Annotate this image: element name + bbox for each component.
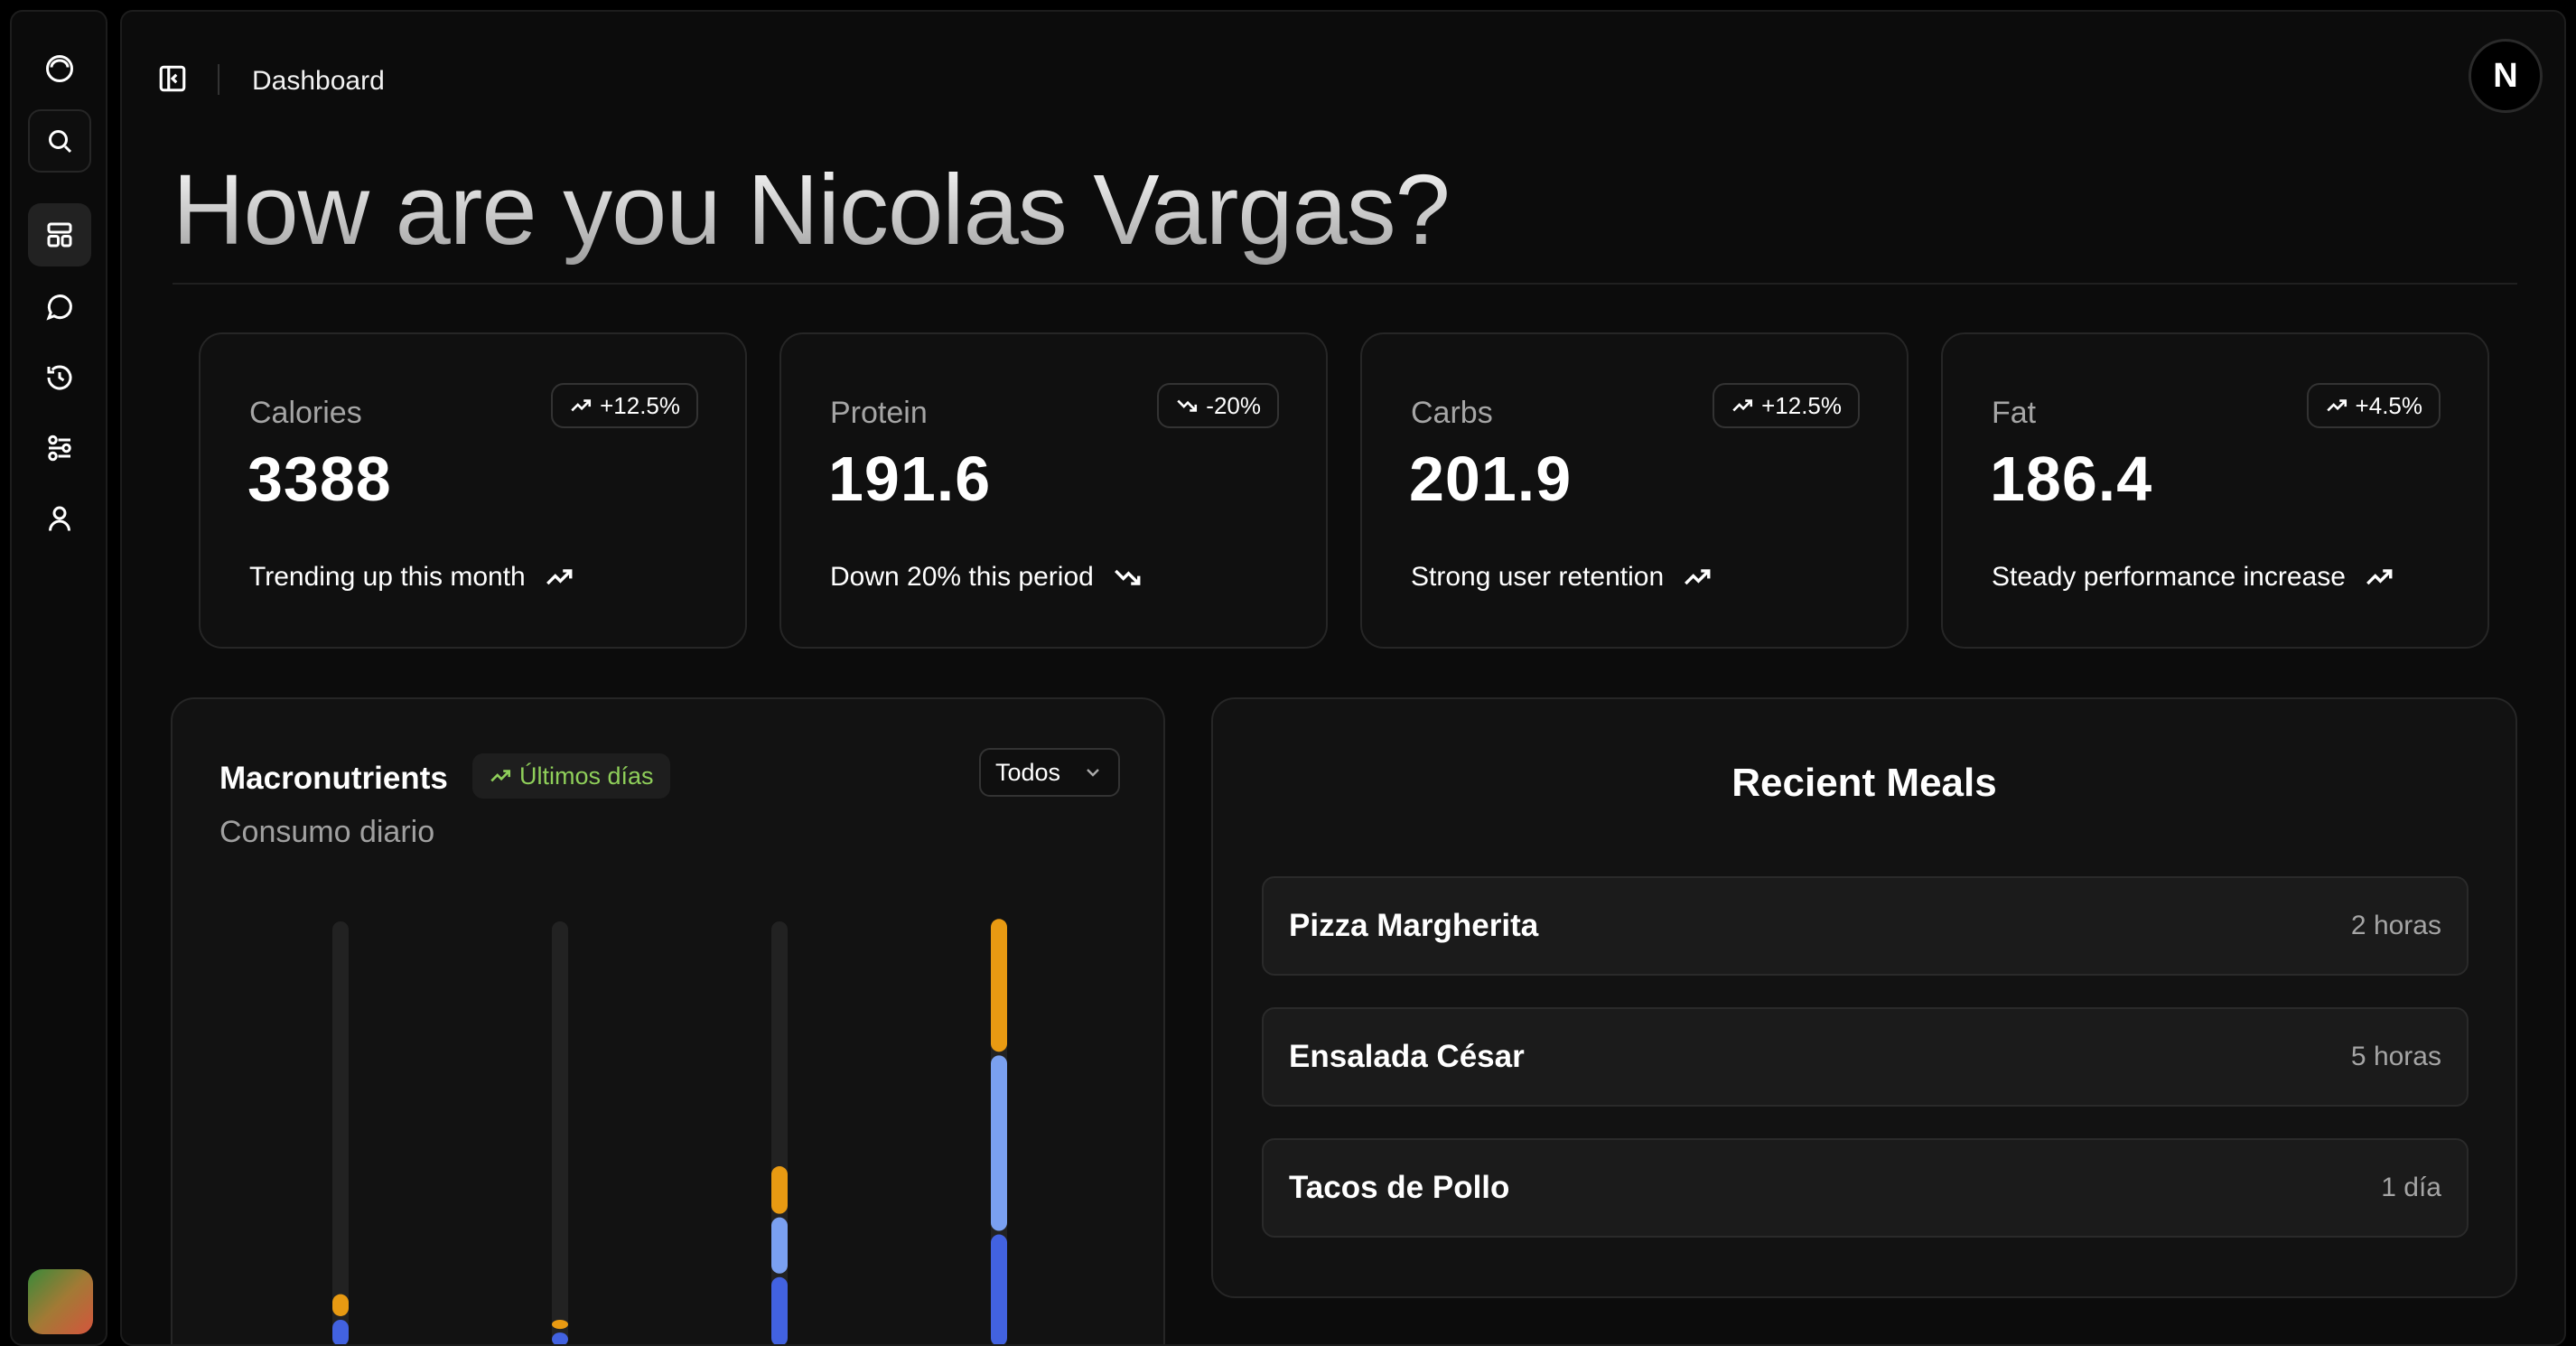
search-button[interactable] bbox=[28, 109, 91, 173]
trend-badge-value: +4.5% bbox=[2355, 391, 2422, 419]
meal-name: Tacos de Pollo bbox=[1289, 1170, 1510, 1205]
search-icon bbox=[49, 130, 72, 154]
bar-segment-orange[interactable] bbox=[332, 1294, 349, 1316]
bar-segment-orange[interactable] bbox=[771, 1166, 788, 1214]
macronutrients-chart bbox=[332, 919, 1007, 1346]
bar-segment-orange[interactable] bbox=[552, 1319, 568, 1330]
sidebar bbox=[10, 10, 107, 1346]
bar-segment-dark-blue[interactable] bbox=[332, 1319, 349, 1346]
bar-segment-dark-blue[interactable] bbox=[552, 1332, 568, 1346]
recent-meals-card: Recient Meals Pizza Margherita 2 horas E… bbox=[1211, 697, 2517, 1298]
stat-footer-text: Strong user retention bbox=[1411, 562, 1665, 592]
trending-up-icon bbox=[571, 399, 592, 412]
user-icon bbox=[49, 506, 70, 531]
stat-value: 186.4 bbox=[1990, 444, 2153, 514]
trend-badge: +12.5% bbox=[1713, 383, 1860, 428]
breadcrumb[interactable]: Dashboard bbox=[252, 66, 385, 97]
divider bbox=[218, 64, 219, 95]
dashboard-icon bbox=[47, 222, 72, 248]
chat-icon bbox=[46, 294, 72, 321]
trending-up-icon bbox=[2326, 399, 2347, 412]
bar-track bbox=[332, 921, 349, 1344]
stat-footer-text: Down 20% this period bbox=[830, 562, 1094, 592]
settings-icon bbox=[48, 435, 71, 462]
panel-left-icon bbox=[159, 65, 186, 92]
trend-badge: +4.5% bbox=[2306, 383, 2441, 428]
stat-value: 201.9 bbox=[1409, 444, 1573, 514]
meal-name: Ensalada César bbox=[1289, 1039, 1525, 1074]
stat-label: Fat bbox=[1992, 396, 2037, 430]
trending-up-icon bbox=[1685, 569, 1711, 585]
list-item[interactable]: Ensalada César 5 horas bbox=[1262, 1007, 2469, 1107]
list-item[interactable]: Pizza Margherita 2 horas bbox=[1262, 876, 2469, 976]
stat-footer-text: Steady performance increase bbox=[1992, 562, 2346, 592]
bar-segment-light-blue[interactable] bbox=[771, 1217, 788, 1274]
trending-up-icon bbox=[2366, 569, 2393, 585]
sidebar-item-history[interactable] bbox=[28, 346, 91, 409]
trend-badge-value: +12.5% bbox=[1761, 391, 1842, 419]
stat-card-fat: Fat +4.5% 186.4 Steady performance incre… bbox=[1941, 332, 2489, 649]
stat-card-calories: Calories +12.5% 3388 Trending up this mo… bbox=[199, 332, 747, 649]
trend-badge: +12.5% bbox=[551, 383, 698, 428]
trending-down-icon bbox=[1114, 569, 1141, 585]
bar-track bbox=[552, 921, 568, 1344]
history-icon bbox=[47, 365, 72, 390]
stat-label: Calories bbox=[249, 396, 362, 430]
main-panel: Dashboard N How are you Nicolas Vargas? … bbox=[120, 10, 2566, 1346]
bar-segment-dark-blue[interactable] bbox=[991, 1234, 1007, 1346]
stat-value: 191.6 bbox=[828, 444, 992, 514]
card-title: Recient Meals bbox=[1731, 761, 1997, 805]
stat-card-protein: Protein -20% 191.6 Down 20% this period bbox=[779, 332, 1328, 649]
meal-name: Pizza Margherita bbox=[1289, 908, 1539, 943]
meal-time: 2 horas bbox=[2350, 911, 2441, 940]
bar-segment-dark-blue[interactable] bbox=[771, 1276, 788, 1346]
sidebar-toggle-button[interactable] bbox=[156, 62, 189, 95]
trending-down-icon bbox=[1177, 399, 1198, 412]
user-avatar-button[interactable]: N bbox=[2469, 39, 2543, 113]
page-title: How are you Nicolas Vargas? bbox=[173, 152, 1451, 269]
sidebar-item-chat[interactable] bbox=[28, 276, 91, 339]
stat-value: 3388 bbox=[247, 444, 392, 514]
list-item[interactable]: Tacos de Pollo 1 día bbox=[1262, 1138, 2469, 1238]
stat-label: Protein bbox=[830, 396, 928, 430]
stat-footer: Strong user retention bbox=[1411, 562, 1713, 593]
meal-time: 5 horas bbox=[2350, 1042, 2441, 1071]
stat-footer-text: Trending up this month bbox=[249, 562, 526, 592]
stat-footer: Trending up this month bbox=[249, 562, 574, 593]
divider bbox=[173, 283, 2517, 285]
stat-card-carbs: Carbs +12.5% 201.9 Strong user retention bbox=[1360, 332, 1909, 649]
meal-time: 1 día bbox=[2381, 1173, 2441, 1202]
avatar[interactable] bbox=[28, 1269, 93, 1334]
trend-badge-value: +12.5% bbox=[600, 391, 680, 419]
stat-footer: Down 20% this period bbox=[830, 562, 1143, 593]
trend-badge: -20% bbox=[1157, 383, 1279, 428]
bar-segment-light-blue[interactable] bbox=[991, 1055, 1007, 1231]
sidebar-item-profile[interactable] bbox=[28, 487, 91, 550]
bar-segment-orange[interactable] bbox=[991, 919, 1007, 1052]
stat-footer: Steady performance increase bbox=[1992, 562, 2394, 593]
trending-up-icon bbox=[1732, 399, 1753, 412]
stat-label: Carbs bbox=[1411, 396, 1493, 430]
trending-up-icon bbox=[546, 569, 573, 585]
app-root: Dashboard N How are you Nicolas Vargas? … bbox=[0, 0, 2576, 1346]
macronutrients-card: Macronutrients Últimos días Consumo diar… bbox=[171, 697, 1165, 1346]
sidebar-item-settings[interactable] bbox=[28, 416, 91, 480]
logo-circle-icon[interactable] bbox=[28, 37, 91, 100]
trend-badge-value: -20% bbox=[1206, 391, 1261, 419]
sidebar-item-dashboard[interactable] bbox=[28, 203, 91, 266]
